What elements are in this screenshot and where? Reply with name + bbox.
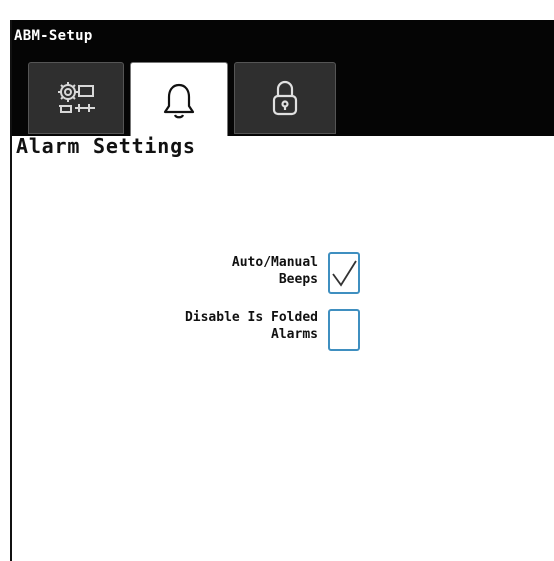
bell-icon xyxy=(163,83,195,118)
label-line: Auto/Manual xyxy=(231,255,318,270)
checkmark-icon xyxy=(332,260,357,287)
window-title: ABM-Setup xyxy=(14,28,93,44)
title-bar: ABM-Setup xyxy=(10,20,554,56)
tab-general-settings[interactable] xyxy=(28,62,124,134)
label-line: Alarms xyxy=(271,327,318,342)
label-line: Disable Is Folded xyxy=(184,310,318,325)
padlock-icon xyxy=(272,80,298,116)
auto-manual-beeps-label: Auto/Manual Beeps xyxy=(232,254,318,288)
disable-folded-alarms-label: Disable Is Folded Alarms xyxy=(185,309,318,343)
page-title: Alarm Settings xyxy=(16,134,196,158)
left-border xyxy=(10,20,12,561)
tab-strip xyxy=(10,56,554,138)
label-line: Beeps xyxy=(278,272,318,287)
tab-alarm-settings[interactable] xyxy=(130,62,228,138)
tab-security[interactable] xyxy=(234,62,336,134)
disable-folded-alarms-checkbox[interactable] xyxy=(328,309,360,351)
gears-icon xyxy=(58,82,95,113)
alarm-settings-panel: Alarm Settings Auto/Manual Beeps Disable… xyxy=(10,134,554,561)
auto-manual-beeps-checkbox[interactable] xyxy=(328,252,360,294)
abm-setup-window: ABM-Setup Alarm Settings Auto/Manual Bee… xyxy=(10,20,554,561)
